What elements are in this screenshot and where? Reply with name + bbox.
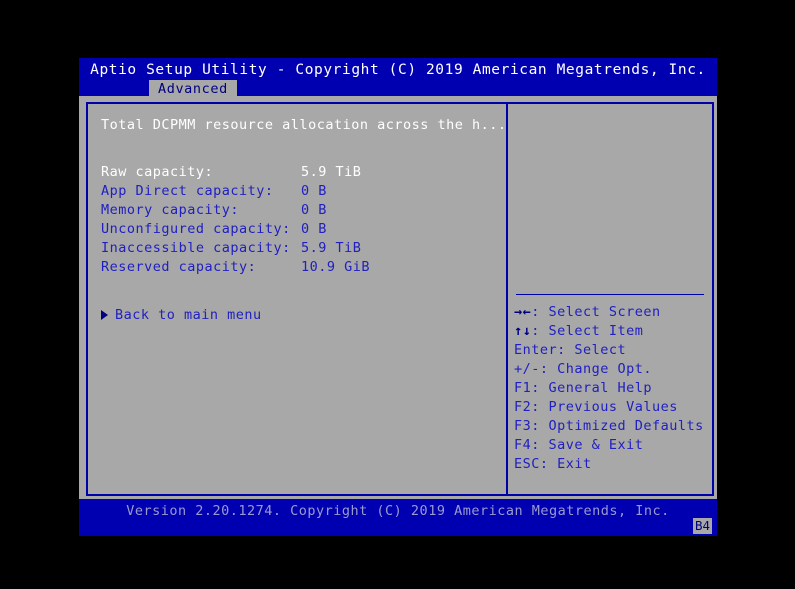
back-to-main-menu-label: Back to main menu xyxy=(115,307,262,323)
row-value: 10.9 GiB xyxy=(301,259,371,275)
row-value: 0 B xyxy=(301,221,327,237)
help-line: →←: Select Screen xyxy=(514,304,714,323)
help-line-text: : Select Item xyxy=(531,323,644,339)
row-label: Memory capacity: xyxy=(101,202,240,218)
help-line: F2: Previous Values xyxy=(514,399,678,415)
table-row[interactable]: Raw capacity: 5.9 TiB xyxy=(101,164,501,183)
triangle-right-icon xyxy=(101,310,108,320)
table-row[interactable]: Inaccessible capacity: 5.9 TiB xyxy=(101,240,501,259)
title-bar: Aptio Setup Utility - Copyright (C) 2019… xyxy=(79,58,717,99)
help-line-text: : Select Screen xyxy=(531,304,661,320)
row-value: 5.9 TiB xyxy=(301,240,362,256)
row-label: App Direct capacity: xyxy=(101,183,274,199)
table-row[interactable]: App Direct capacity: 0 B xyxy=(101,183,501,202)
row-value: 5.9 TiB xyxy=(301,164,362,180)
help-line: Enter: Select xyxy=(514,342,627,358)
row-label: Raw capacity: xyxy=(101,164,214,180)
help-line: F4: Save & Exit xyxy=(514,437,644,453)
help-line: F3: Optimized Defaults xyxy=(514,418,704,434)
status-badge: B4 xyxy=(692,518,712,534)
row-label: Reserved capacity: xyxy=(101,259,257,275)
help-line: F1: General Help xyxy=(514,380,653,396)
row-label: Inaccessible capacity: xyxy=(101,240,291,256)
section-header: Total DCPMM resource allocation across t… xyxy=(101,117,507,133)
help-line: ESC: Exit xyxy=(514,456,592,472)
row-value: 0 B xyxy=(301,183,327,199)
row-value: 0 B xyxy=(301,202,327,218)
version-text: Version 2.20.1274. Copyright (C) 2019 Am… xyxy=(126,503,670,519)
content-area: Total DCPMM resource allocation across t… xyxy=(79,96,717,499)
page-title: Aptio Setup Utility - Copyright (C) 2019… xyxy=(90,62,706,78)
up-down-arrow-icon: ↑↓ xyxy=(514,323,532,339)
tab-strip: Advanced xyxy=(79,80,717,99)
help-separator xyxy=(516,294,704,295)
settings-pane: Total DCPMM resource allocation across t… xyxy=(88,104,506,494)
help-line: ↑↓: Select Item xyxy=(514,323,714,342)
bios-screen: Aptio Setup Utility - Copyright (C) 2019… xyxy=(79,58,717,536)
help-pane: →←: Select Screen ↑↓: Select Item Enter:… xyxy=(508,104,714,494)
table-row[interactable]: Reserved capacity: 10.9 GiB xyxy=(101,259,501,278)
back-to-main-menu-item[interactable]: Back to main menu xyxy=(101,307,261,326)
capacity-table: Raw capacity: 5.9 TiB App Direct capacit… xyxy=(101,164,501,278)
help-key-list: →←: Select Screen ↑↓: Select Item Enter:… xyxy=(514,304,714,475)
left-right-arrow-icon: →← xyxy=(514,304,532,320)
table-row[interactable]: Unconfigured capacity: 0 B xyxy=(101,221,501,240)
help-line: +/-: Change Opt. xyxy=(514,361,653,377)
table-row[interactable]: Memory capacity: 0 B xyxy=(101,202,501,221)
footer-bar: Version 2.20.1274. Copyright (C) 2019 Am… xyxy=(79,499,717,536)
row-label: Unconfigured capacity: xyxy=(101,221,291,237)
